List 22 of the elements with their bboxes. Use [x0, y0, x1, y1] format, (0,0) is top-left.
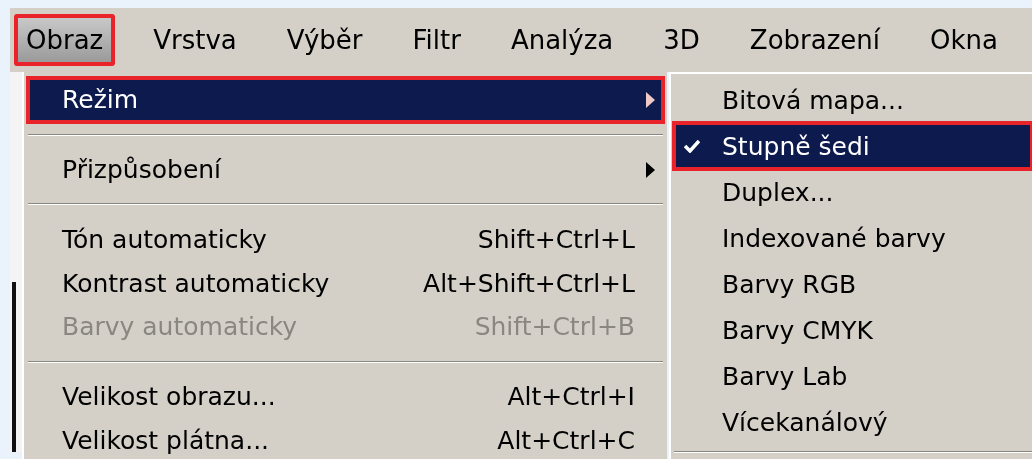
menu-item[interactable]: Přizpůsobení: [28, 147, 663, 192]
menu-bar-item[interactable]: Filtr: [400, 14, 473, 66]
submenu-item[interactable]: Indexované barvy: [674, 215, 1032, 261]
menu-bar-item[interactable]: Vrstva: [141, 14, 249, 66]
menu-bar-item[interactable]: Analýza: [498, 14, 626, 66]
menu-bar-item[interactable]: Okna: [918, 14, 1010, 66]
submenu-item[interactable]: Barvy Lab: [674, 353, 1032, 399]
menu-item[interactable]: Kontrast automaticky Alt+Shift+Ctrl+L: [28, 261, 663, 305]
submenu-item[interactable]: Bitová mapa...: [674, 77, 1032, 123]
submenu-item[interactable]: Vícekanálový: [674, 399, 1032, 445]
submenu-item[interactable]: Barvy RGB: [674, 261, 1032, 307]
menu-bar-item[interactable]: Obraz: [14, 14, 116, 66]
submenu-item[interactable]: Duplex...: [674, 169, 1032, 215]
menu-bar-item[interactable]: 3D: [651, 14, 712, 66]
menu-item[interactable]: Režim: [28, 78, 663, 122]
menu-bar-item[interactable]: Zobrazení: [737, 14, 893, 66]
menu-bar-item[interactable]: Výběr: [274, 14, 375, 66]
submenu-item[interactable]: Barvy CMYK: [674, 307, 1032, 353]
menu-item[interactable]: Velikost plátna... Alt+Ctrl+C: [28, 418, 663, 459]
menu-item[interactable]: Velikost obrazu... Alt+Ctrl+I: [28, 374, 663, 419]
submenu-item[interactable]: Stupně šedi: [674, 123, 1032, 169]
menu-item[interactable]: Tón automaticky Shift+Ctrl+L: [28, 217, 663, 262]
